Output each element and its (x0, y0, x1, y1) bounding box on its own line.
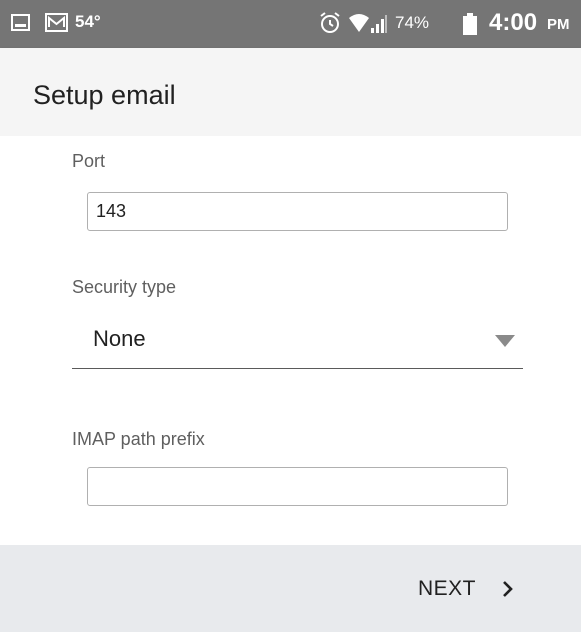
imap-path-prefix-label: IMAP path prefix (72, 429, 205, 449)
mail-icon (45, 13, 68, 32)
battery-percent: 74% (395, 13, 430, 32)
port-input[interactable] (87, 192, 508, 231)
next-button[interactable]: NEXT (408, 572, 528, 606)
alarm-icon (320, 12, 340, 33)
status-bar: 54° 74% 4:00 PM (0, 0, 581, 48)
security-type-value: None (93, 326, 146, 351)
email-setup-form: Port Security type None IMAP path prefix (0, 136, 581, 545)
page-title: Setup email (33, 80, 176, 110)
gallery-icon (11, 14, 30, 31)
battery-icon (463, 13, 477, 35)
clock-ampm: PM (547, 16, 570, 33)
temperature: 54° (75, 12, 101, 31)
next-button-label: NEXT (418, 577, 477, 600)
imap-path-prefix-input[interactable] (87, 467, 508, 506)
dropdown-arrow-icon (495, 335, 515, 347)
port-label: Port (72, 151, 106, 171)
chevron-right-icon (503, 581, 513, 597)
clock-time: 4:00 (489, 9, 538, 36)
app-bar: Setup email (0, 48, 581, 136)
security-type-dropdown[interactable]: None (72, 312, 523, 370)
signal-icon (371, 28, 374, 33)
dropdown-underline (72, 368, 523, 369)
wifi-icon (349, 14, 387, 33)
security-type-label: Security type (72, 277, 177, 297)
bottom-action-bar: NEXT (0, 545, 581, 632)
